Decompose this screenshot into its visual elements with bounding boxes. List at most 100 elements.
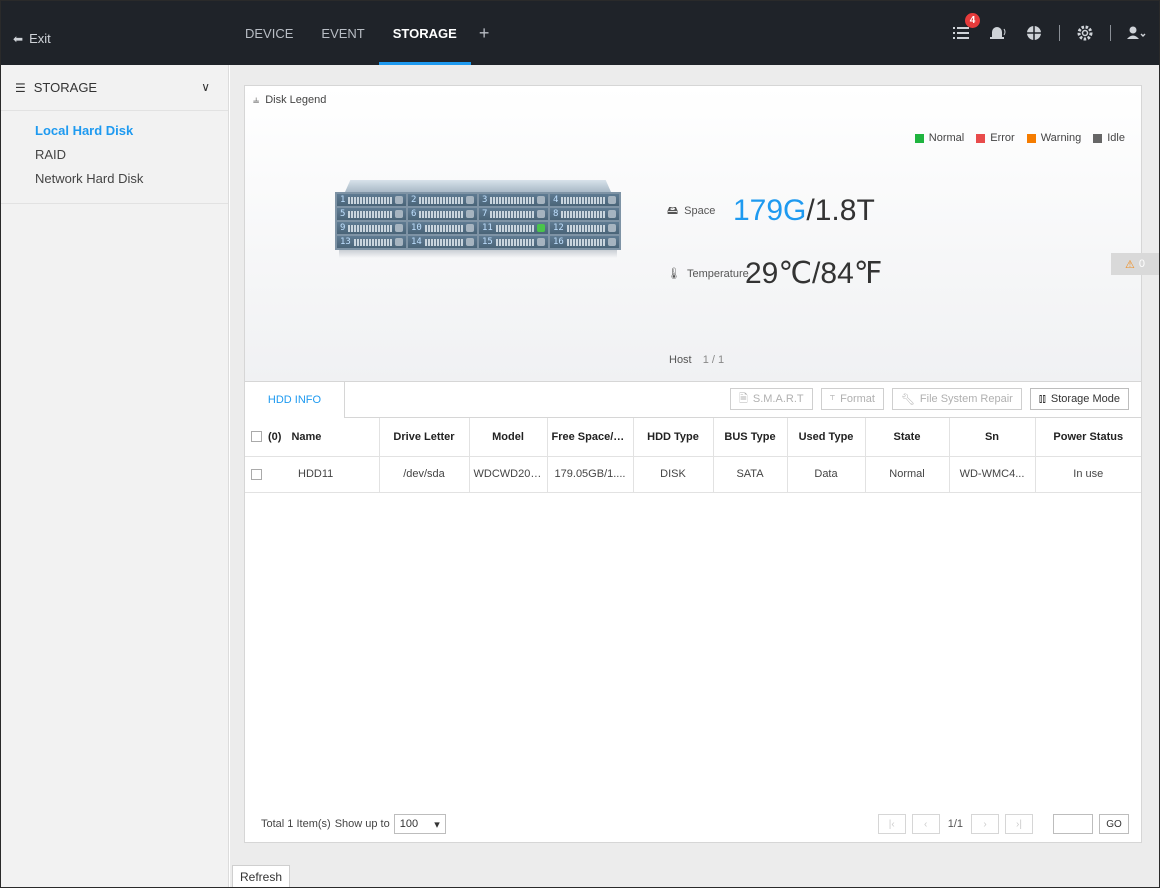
idle-swatch [1093, 133, 1103, 143]
smart-button[interactable]: 🗎︎ S.M.A.R.T [730, 388, 813, 410]
host-pager: Host 1 / 1 [669, 354, 724, 366]
sidebar-item-local-hard-disk[interactable]: Local Hard Disk [1, 119, 228, 143]
hdd-table: (0) Name Drive Letter Model Free Space/To… [245, 418, 1141, 493]
refresh-button[interactable]: Refresh [232, 865, 290, 887]
row-checkbox[interactable] [251, 468, 262, 480]
add-tab-button[interactable]: + [471, 1, 498, 65]
slot-led-icon [395, 238, 403, 246]
cell-name: HDD11 [245, 456, 380, 493]
disk-rack-image: 1 2 3 4 5 6 7 8 9 10 11 12 13 14 15 16 [335, 180, 621, 262]
alarm-chip-count: 0 [1138, 258, 1145, 270]
storage-mode-button[interactable]: ⫾⫾ Storage Mode [1029, 388, 1129, 410]
page-size-select[interactable]: 100 ▾ [393, 814, 446, 834]
go-button[interactable]: GO [1099, 814, 1129, 834]
sidebar-item-network-hard-disk[interactable]: Network Hard Disk [1, 167, 228, 191]
sidebar-title: STORAGE [33, 80, 98, 95]
slot-grill [419, 196, 463, 204]
column-header-bus-type: BUS Type [713, 418, 788, 457]
column-header-used-type: Used Type [787, 418, 866, 457]
exit-button[interactable]: ⬅ Exit [13, 31, 51, 46]
host-page: 1 / 1 [702, 354, 725, 366]
slot-led-icon [395, 210, 403, 218]
slot-led-icon [537, 210, 545, 218]
sidebar-header[interactable]: ☰ STORAGE ∨ [1, 65, 228, 111]
user-icon[interactable] [1125, 22, 1147, 44]
slot-number: 8 [553, 209, 559, 219]
disk-slot: 4 [550, 194, 619, 206]
cell-bus-type: SATA [713, 456, 788, 493]
cell-state: Normal [865, 456, 950, 493]
app-window: ⬅ Exit DEVICE EVENT STORAGE + 4 ☰ STORAG… [0, 0, 1160, 888]
select-all-checkbox[interactable] [251, 431, 262, 443]
slot-led-icon [608, 196, 616, 204]
wrench-icon: 🔧︎ [900, 393, 915, 406]
slot-number: 10 [411, 223, 422, 233]
slot-led-icon [395, 196, 403, 204]
page-indicator: 1/1 [947, 818, 963, 830]
prev-page-button[interactable]: ‹ [911, 814, 940, 834]
disk-slot: 10 [408, 222, 477, 234]
hdd-name: HDD11 [298, 468, 334, 480]
tab-hdd-info[interactable]: HDD INFO [245, 382, 345, 418]
disk-slot: 6 [408, 208, 477, 220]
format-button[interactable]: ⸆ Format [820, 388, 884, 410]
disk-legend-area: ⫨ Disk Legend Normal Error Warning Idle … [245, 86, 1141, 382]
info-toolbar: HDD INFO 🗎︎ S.M.A.R.T ⸆ Format 🔧︎ File Syst… [245, 382, 1141, 418]
alarm-chip[interactable]: ⚠ 0 [1111, 253, 1159, 275]
repair-label: File System Repair [919, 393, 1013, 405]
disk-slot: 3 [479, 194, 548, 206]
space-total: 1.8T [814, 194, 875, 227]
tab-storage[interactable]: STORAGE [378, 1, 471, 65]
storage-menu-icon: ☰ [15, 80, 26, 95]
sidebar-item-raid[interactable]: RAID [1, 143, 228, 167]
disk-slot: 8 [550, 208, 619, 220]
event-list-icon[interactable]: 4 [951, 13, 980, 44]
slot-led-icon [466, 224, 474, 232]
cell-free-space: 179.05GB/1.... [547, 456, 634, 493]
temperature-label: 🌡︎ Temperature [667, 267, 749, 281]
settings-gear-icon[interactable] [1074, 22, 1096, 44]
file-system-repair-button[interactable]: 🔧︎ File System Repair [891, 388, 1022, 410]
legend-idle: Idle [1093, 132, 1125, 144]
column-header-drive-letter: Drive Letter [379, 418, 470, 457]
disk-legend-toggle[interactable]: ⫨ Disk Legend [253, 94, 326, 107]
smart-label: S.M.A.R.T [752, 393, 804, 405]
pagination-bar: Total 1 Item(s) Show up to 100 ▾ |‹ ‹ 1/… [245, 806, 1141, 842]
next-page-button[interactable]: › [971, 814, 999, 834]
main-tabs: DEVICE EVENT STORAGE + [231, 1, 497, 65]
legend-label: Error [990, 132, 1015, 144]
thermometer-icon: 🌡︎ [667, 268, 681, 280]
disk-slot: 14 [408, 236, 477, 248]
column-header-power-status: Power Status [1035, 418, 1141, 457]
selected-count: (0) [268, 430, 282, 443]
table-row[interactable]: HDD11 /dev/sda WDCWD20E... 179.05GB/1...… [245, 456, 1141, 493]
space-value: 179G/1.8T [733, 194, 875, 228]
legend-error: Error [976, 132, 1015, 144]
space-stat: 🖴︎ Space 179G/1.8T [667, 194, 875, 228]
cell-used-type: Data [787, 456, 866, 493]
format-brush-icon: ⸆ [829, 393, 836, 406]
space-used: 179G [733, 194, 807, 227]
legend-label: Normal [928, 132, 965, 144]
last-page-button[interactable]: ›| [1005, 814, 1033, 834]
disk-slot: 7 [479, 208, 548, 220]
first-page-button[interactable]: |‹ [877, 814, 906, 834]
network-globe-icon[interactable] [1023, 22, 1045, 44]
tab-device[interactable]: DEVICE [231, 1, 307, 65]
storage-panel: ⫨ Disk Legend Normal Error Warning Idle … [244, 85, 1142, 843]
column-header-free-space: Free Space/Tota [547, 418, 634, 457]
alarm-bell-icon[interactable] [987, 22, 1009, 44]
space-separator: / [806, 194, 815, 227]
column-header-hdd-type: HDD Type [633, 418, 714, 457]
pager: |‹ ‹ 1/1 › ›| GO [877, 814, 1129, 834]
double-chevron-icon: ⫨ [253, 94, 260, 106]
goto-page-input[interactable] [1053, 814, 1093, 834]
slot-grill [566, 238, 605, 246]
slot-number: 15 [482, 237, 493, 247]
exit-label: Exit [29, 31, 51, 46]
warning-icon: ⚠ [1125, 258, 1135, 271]
tab-event[interactable]: EVENT [307, 1, 378, 65]
slot-number: 16 [553, 237, 564, 247]
rack-shadow [339, 250, 617, 258]
slot-grill [495, 238, 534, 246]
